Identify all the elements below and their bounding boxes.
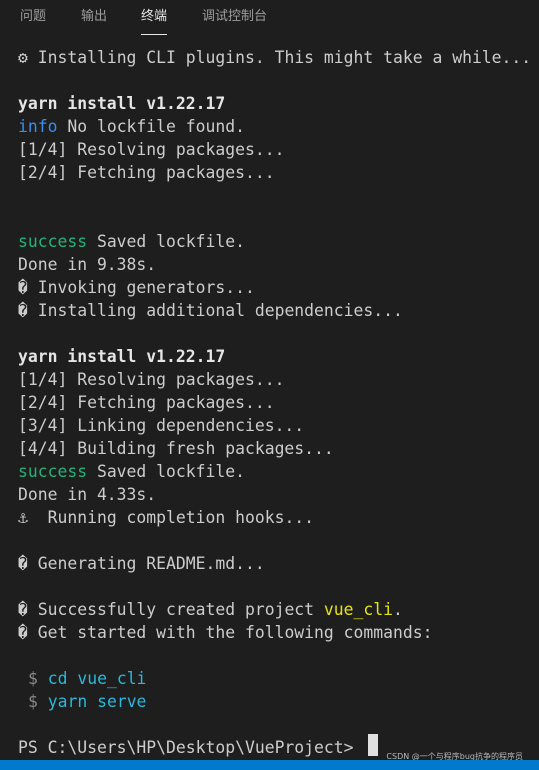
emoji-icon: � (18, 278, 28, 297)
terminal-line: Done in 4.33s. (18, 485, 157, 504)
anchor-icon: ⚓ (18, 508, 28, 527)
terminal-line: ⚓ Running completion hooks... (18, 508, 315, 527)
terminal-line: � Generating README.md... (18, 554, 265, 573)
shell-prompt: $ (28, 669, 38, 688)
panel-tab-bar: 问题 输出 终端 调试控制台 (0, 0, 539, 36)
terminal-line: � Get started with the following command… (18, 623, 433, 642)
emoji-icon: � (18, 600, 28, 619)
info-tag: info (18, 117, 58, 136)
command-line: $ yarn serve (28, 690, 146, 713)
tab-debug-console[interactable]: 调试控制台 (202, 0, 267, 34)
shell-prompt: $ (28, 692, 38, 711)
terminal-output[interactable]: ⚙ Installing CLI plugins. This might tak… (0, 36, 539, 760)
command-line: $ cd vue_cli (28, 667, 146, 690)
terminal-line: yarn install v1.22.17 (18, 347, 226, 366)
tab-output[interactable]: 输出 (81, 0, 107, 34)
terminal-line: � Successfully created project vue_cli. (18, 600, 403, 619)
emoji-icon: � (18, 623, 28, 642)
terminal-line: [2/4] Fetching packages... (18, 393, 275, 412)
terminal-line: yarn install v1.22.17 (18, 94, 226, 113)
terminal-line: [1/4] Resolving packages... (18, 140, 285, 159)
emoji-icon: � (18, 554, 28, 573)
tab-terminal[interactable]: 终端 (141, 0, 168, 35)
success-tag: success (18, 462, 88, 481)
project-name: vue_cli (323, 600, 393, 619)
terminal-cursor (368, 734, 378, 756)
command-text: yarn serve (47, 692, 147, 711)
terminal-line: [3/4] Linking dependencies... (18, 416, 305, 435)
gear-icon: ⚙ (18, 48, 28, 67)
terminal-line: info No lockfile found. (18, 117, 245, 136)
terminal-line: � Invoking generators... (18, 278, 255, 297)
success-tag: success (18, 232, 88, 251)
terminal-line: Done in 9.38s. (18, 255, 157, 274)
terminal-line: [2/4] Fetching packages... (18, 163, 275, 182)
emoji-icon: � (18, 301, 28, 320)
tab-problems[interactable]: 问题 (20, 0, 46, 34)
status-bar (0, 760, 539, 770)
terminal-line: [4/4] Building fresh packages... (18, 439, 334, 458)
terminal-line: success Saved lockfile. (18, 232, 245, 251)
command-text: cd vue_cli (47, 669, 147, 688)
terminal-line: [1/4] Resolving packages... (18, 370, 285, 389)
terminal-line: � Installing additional dependencies... (18, 301, 403, 320)
powershell-prompt: PS C:\Users\HP\Desktop\VueProject> (18, 738, 364, 757)
terminal-line: success Saved lockfile. (18, 462, 245, 481)
terminal-line: ⚙ Installing CLI plugins. This might tak… (18, 48, 532, 67)
